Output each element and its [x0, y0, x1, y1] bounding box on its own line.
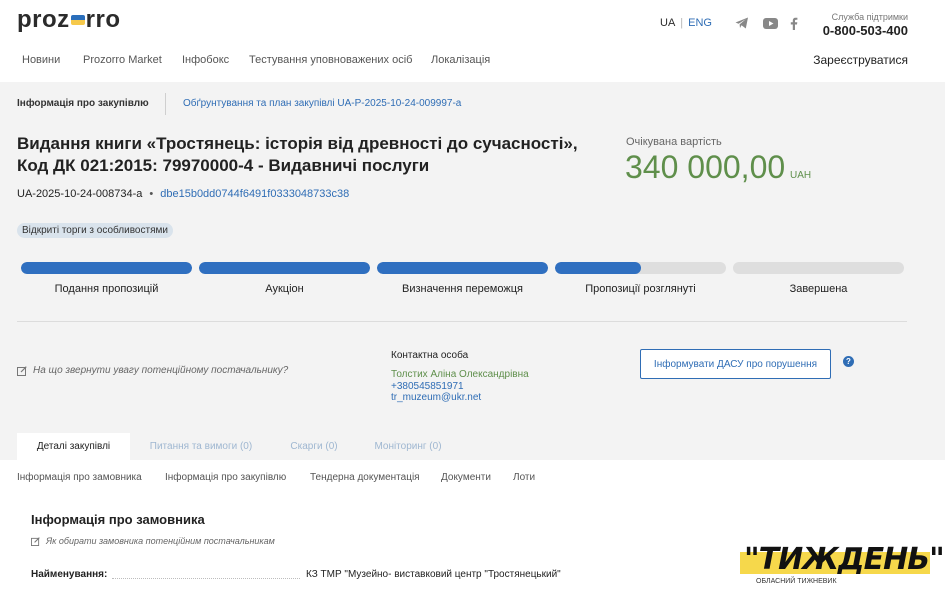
- choose-customer-hint-link[interactable]: Як обирати замовника потенційним постача…: [31, 536, 275, 546]
- subnav-lots[interactable]: Лоти: [513, 472, 535, 483]
- subnav-procurement[interactable]: Інформація про закупівлю: [165, 472, 286, 483]
- stage-fill: [21, 262, 192, 274]
- supplier-hint-link[interactable]: На що звернути увагу потенційному постач…: [17, 365, 288, 376]
- choose-customer-hint-text: Як обирати замовника потенційним постача…: [46, 536, 275, 546]
- stage-label: Аукціон: [265, 283, 304, 295]
- id-separator: •: [149, 188, 154, 200]
- tender-main: Інформація про закупівлю Обґрунтування т…: [0, 82, 945, 460]
- procedure-badge: Відкриті торги з особливостями: [17, 223, 173, 238]
- tab-details[interactable]: Деталі закупівлі: [17, 433, 130, 460]
- breadcrumb-plan-link[interactable]: Обґрунтування та план закупівлі UA-P-202…: [183, 98, 461, 109]
- nav-localization[interactable]: Локалізація: [431, 54, 490, 66]
- stage-bar: [21, 262, 192, 274]
- stage-fill: [199, 262, 370, 274]
- stage-bar: [199, 262, 370, 274]
- support-block: Служба підтримки 0-800-503-400: [823, 12, 908, 38]
- tender-title: Видання книги «Тростянець: історія від д…: [17, 134, 578, 175]
- youtube-icon[interactable]: [762, 16, 778, 30]
- ukraine-flag-icon: [70, 15, 85, 25]
- logo-text-left: proz: [17, 6, 70, 33]
- stage-fill: [377, 262, 548, 274]
- watermark-text: "ТИЖДЕНЬ": [744, 542, 945, 577]
- contact-email[interactable]: tr_muzeum@ukr.net: [391, 392, 481, 403]
- tender-ids: UA-2025-10-24-008734-a • dbe15b0dd0744f6…: [17, 188, 349, 200]
- edit-icon: [17, 365, 27, 376]
- dotted-leader: [112, 578, 300, 579]
- help-icon[interactable]: ?: [843, 356, 854, 367]
- tab-complaints[interactable]: Скарги (0): [272, 433, 356, 460]
- stage-label: Визначення переможця: [402, 283, 523, 295]
- stage-auction: Аукціон: [199, 262, 370, 295]
- prozorro-logo[interactable]: proz rro: [17, 6, 121, 34]
- currency: UAH: [790, 170, 812, 181]
- lang-eng[interactable]: ENG: [688, 17, 712, 29]
- tab-questions[interactable]: Питання та вимоги (0): [130, 433, 272, 460]
- tab-monitoring[interactable]: Моніторинг (0): [356, 433, 460, 460]
- language-switcher: UA | ENG: [660, 17, 712, 29]
- stage-proposals: Подання пропозицій: [21, 262, 192, 295]
- stage-bar: [377, 262, 548, 274]
- subnav-tender-docs[interactable]: Тендерна документація: [310, 472, 420, 483]
- lang-separator: |: [680, 17, 684, 29]
- stage-label: Пропозиції розглянуті: [585, 283, 696, 295]
- nav-news[interactable]: Новини: [22, 54, 60, 66]
- support-label: Служба підтримки: [831, 12, 908, 22]
- expected-cost-value: 340 000,00: [625, 149, 786, 185]
- subnav-customer[interactable]: Інформація про замовника: [17, 472, 142, 483]
- divider: [17, 321, 907, 322]
- supplier-hint-text: На що звернути увагу потенційному постач…: [33, 365, 289, 376]
- tender-hash-link[interactable]: dbe15b0dd0744f6491f0333048733c38: [160, 188, 349, 200]
- contact-phone[interactable]: +380545851971: [391, 381, 464, 392]
- stage-reviewed: Пропозиції розглянуті: [555, 262, 726, 295]
- stage-label: Подання пропозицій: [54, 283, 159, 295]
- telegram-icon[interactable]: [734, 16, 750, 30]
- contact-name: Толстих Аліна Олександрівна: [391, 369, 529, 380]
- nav-testing[interactable]: Тестування уповноважених осіб: [249, 54, 412, 66]
- stage-fill: [555, 262, 641, 274]
- lang-ua[interactable]: UA: [660, 17, 675, 29]
- customer-name-label: Найменування:: [31, 569, 108, 580]
- breadcrumb-info[interactable]: Інформація про закупівлю: [17, 98, 149, 109]
- stage-winner: Визначення переможця: [377, 262, 548, 295]
- breadcrumb-divider: [165, 93, 166, 115]
- site-header: proz rro UA | ENG Служба підтримки 0-800-5…: [0, 0, 945, 82]
- report-dasu-button[interactable]: Інформувати ДАСУ про порушення: [640, 349, 831, 379]
- stage-completed: Завершена: [733, 262, 904, 295]
- register-link[interactable]: Зареєструватися: [813, 53, 908, 67]
- stage-bar: [555, 262, 726, 274]
- stage-bar: [733, 262, 904, 274]
- stage-label: Завершена: [789, 283, 848, 295]
- facebook-icon[interactable]: [786, 16, 802, 30]
- expected-cost-label: Очікувана вартість: [626, 136, 722, 148]
- subnav-documents[interactable]: Документи: [441, 472, 491, 483]
- edit-icon: [31, 536, 40, 546]
- tender-id: UA-2025-10-24-008734-a: [17, 188, 143, 200]
- support-phone[interactable]: 0-800-503-400: [823, 23, 908, 38]
- nav-prozorro-market[interactable]: Prozorro Market: [83, 54, 162, 66]
- customer-name-value: КЗ ТМР "Музейно- виставковий центр "Трос…: [306, 569, 561, 580]
- nav-infobox[interactable]: Інфобокс: [182, 54, 229, 66]
- contact-label: Контактна особа: [391, 350, 469, 361]
- customer-section-title: Інформація про замовника: [31, 512, 205, 527]
- tyzhden-watermark: "ТИЖДЕНЬ" ОБЛАСНИЙ ТИЖНЕВИК: [740, 540, 945, 593]
- watermark-subtitle: ОБЛАСНИЙ ТИЖНЕВИК: [756, 578, 837, 585]
- logo-text-right: rro: [85, 6, 121, 33]
